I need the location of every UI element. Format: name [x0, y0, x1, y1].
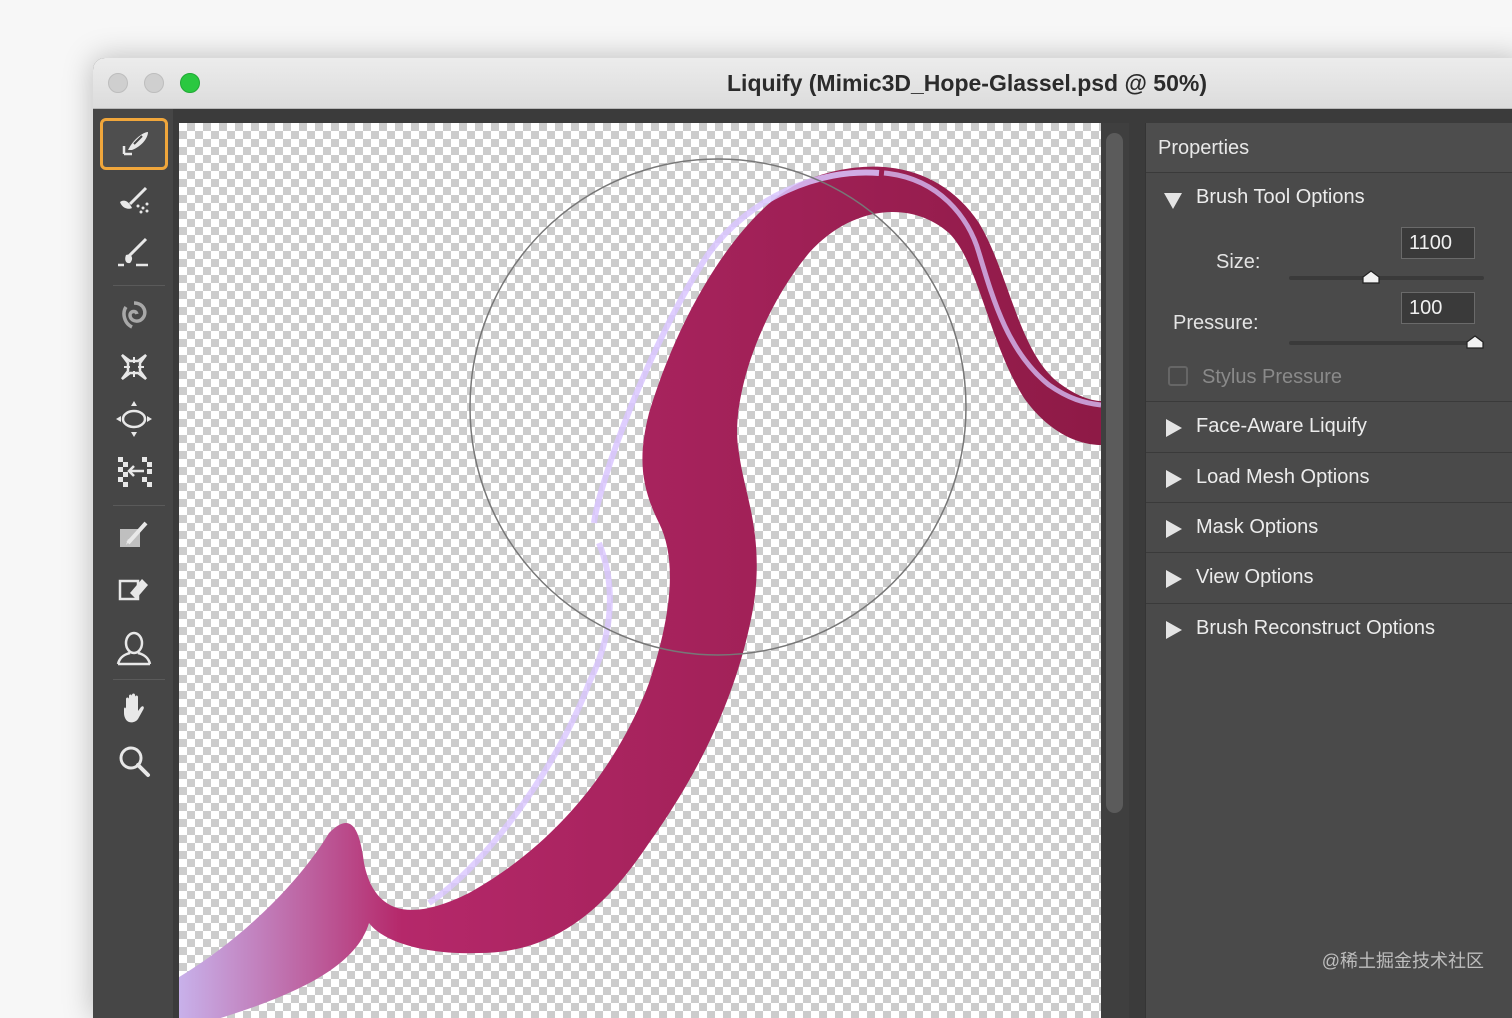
freeze-mask-tool[interactable] — [100, 509, 168, 561]
collapsed-triangle-icon — [1166, 520, 1182, 538]
toolbar-separator — [113, 505, 165, 506]
push-left-icon — [118, 457, 152, 487]
image-canvas[interactable] — [179, 123, 1101, 1018]
thaw-mask-icon — [118, 579, 148, 601]
zoom-tool[interactable] — [100, 735, 168, 787]
smooth-tool[interactable] — [100, 227, 168, 279]
size-slider-handle[interactable] — [1361, 269, 1381, 285]
section-label: Brush Reconstruct Options — [1196, 617, 1435, 639]
pressure-slider-handle[interactable] — [1465, 334, 1485, 350]
stylus-pressure-checkbox[interactable] — [1168, 366, 1188, 386]
section-label: View Options — [1196, 566, 1314, 588]
bloat-icon — [116, 401, 152, 437]
properties-panel: Properties Brush Tool Options Size: 1100… — [1145, 123, 1512, 1018]
pucker-tool[interactable] — [100, 341, 168, 393]
brush-tool-options-label: Brush Tool Options — [1196, 186, 1365, 208]
section-label: Mask Options — [1196, 516, 1319, 538]
hand-icon — [124, 693, 144, 723]
title-bar: Liquify (Mimic3D_Hope-Glassel.psd @ 50%) — [93, 58, 1512, 109]
section-label: Face-Aware Liquify — [1196, 415, 1367, 437]
window-title: Liquify (Mimic3D_Hope-Glassel.psd @ 50%) — [727, 70, 1207, 96]
section-view-options[interactable]: View Options — [1146, 552, 1512, 603]
watermark: @稀土掘金技术社区 — [1321, 951, 1484, 971]
twirl-clockwise-tool[interactable] — [100, 289, 168, 341]
bloat-tool[interactable] — [100, 393, 168, 445]
collapsed-triangle-icon — [1166, 570, 1182, 588]
size-label: Size: — [1216, 251, 1261, 273]
section-mask-options[interactable]: Mask Options — [1146, 502, 1512, 553]
hand-tool[interactable] — [100, 683, 168, 735]
collapsed-triangle-icon — [1166, 621, 1182, 639]
reconstruct-icon — [120, 186, 149, 214]
collapsed-triangle-icon — [1166, 470, 1182, 488]
section-load-mesh-options[interactable]: Load Mesh Options — [1146, 452, 1512, 503]
forward-warp-tool[interactable] — [100, 118, 168, 170]
twirl-icon — [122, 301, 147, 329]
face-icon — [116, 631, 152, 666]
collapsed-triangle-icon — [1166, 419, 1182, 437]
toolbar-separator — [113, 679, 165, 680]
scrollbar-thumb[interactable] — [1106, 133, 1123, 813]
reconstruct-tool[interactable] — [100, 174, 168, 226]
toolbar-separator — [113, 285, 165, 286]
canvas-artwork — [179, 158, 1101, 1018]
push-left-tool[interactable] — [100, 445, 168, 497]
section-face-aware-liquify[interactable]: Face-Aware Liquify — [1146, 401, 1512, 452]
properties-header: Properties — [1146, 123, 1512, 173]
size-input[interactable]: 1100 — [1401, 227, 1475, 259]
liquified-ribbon — [179, 166, 1101, 1018]
section-brush-reconstruct-options[interactable]: Brush Reconstruct Options — [1146, 603, 1512, 654]
brush-tool-options-toggle[interactable]: Brush Tool Options — [1146, 173, 1512, 223]
pressure-slider[interactable] — [1289, 341, 1484, 345]
canvas-vertical-scrollbar[interactable] — [1101, 123, 1129, 1018]
stylus-pressure-label: Stylus Pressure — [1202, 366, 1343, 388]
face-tool[interactable] — [100, 622, 168, 674]
size-slider[interactable] — [1289, 276, 1484, 280]
properties-title: Properties — [1158, 137, 1250, 159]
liquify-toolbar — [93, 109, 173, 1018]
section-label: Load Mesh Options — [1196, 466, 1370, 488]
expanded-triangle-icon — [1164, 193, 1182, 209]
zoom-icon — [119, 746, 150, 777]
thaw-mask-tool[interactable] — [100, 561, 168, 613]
smooth-icon — [118, 237, 148, 267]
liquify-window: Liquify (Mimic3D_Hope-Glassel.psd @ 50%) — [93, 58, 1512, 1018]
pressure-input[interactable]: 100 — [1401, 292, 1475, 324]
forward-warp-icon — [122, 132, 148, 156]
pressure-label: Pressure: — [1173, 312, 1259, 334]
pucker-icon — [121, 354, 147, 380]
freeze-mask-icon — [120, 521, 148, 547]
